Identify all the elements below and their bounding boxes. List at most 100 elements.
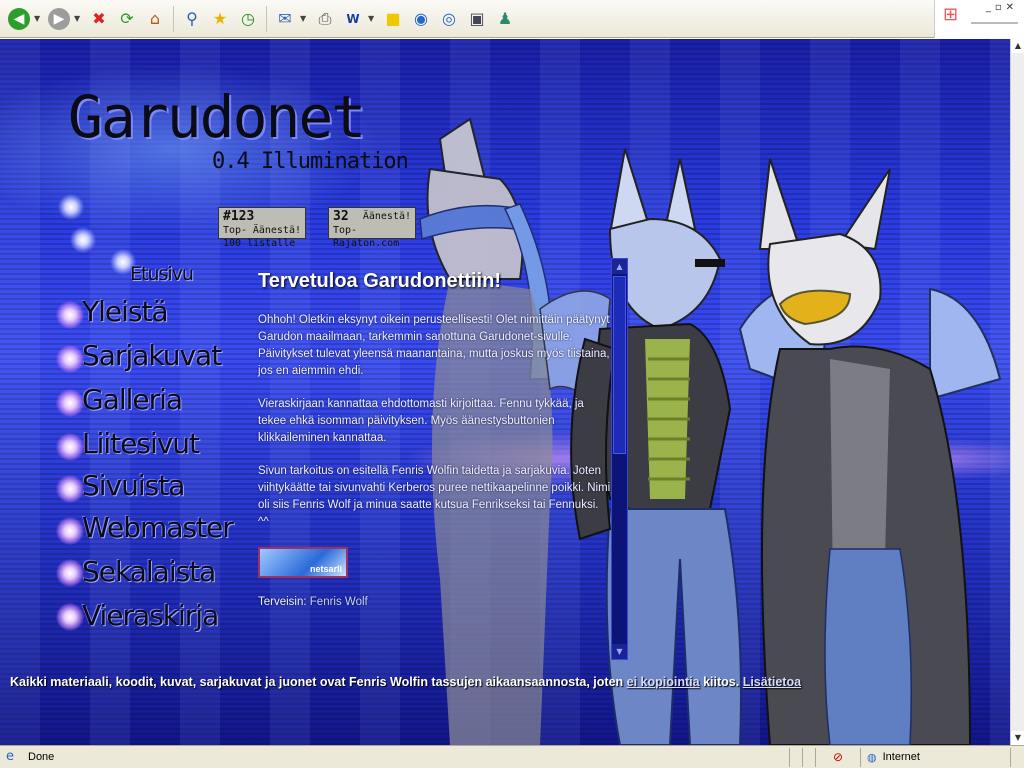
- toolbar-separator: [266, 5, 267, 32]
- scroll-up-icon[interactable]: ▲: [612, 259, 627, 274]
- nav-item-vieraskirja[interactable]: Vieraskirja: [82, 599, 219, 632]
- vote-site: Top-Rajaton.com: [333, 225, 400, 249]
- nav-orb: [56, 345, 84, 373]
- nav-orb: [56, 389, 84, 417]
- nav-orb: [56, 559, 84, 587]
- nav-orb: [56, 475, 84, 503]
- signature: Terveisin: Fenris Wolf: [258, 594, 612, 611]
- search-button[interactable]: ⚲: [179, 6, 205, 32]
- nav-orb: [56, 517, 84, 545]
- glow-orb: [58, 194, 84, 220]
- edit-dropdown-icon[interactable]: ▼: [368, 14, 378, 23]
- no-copying-link[interactable]: ei kopiointia: [627, 675, 700, 689]
- nav-orb: [56, 433, 84, 461]
- glow-orb: [70, 227, 96, 253]
- character-right: [738, 158, 1002, 745]
- nav-item-galleria[interactable]: Galleria: [82, 383, 183, 416]
- nav-item-sivuista[interactable]: Sivuista: [82, 469, 185, 502]
- window-controls[interactable]: _▫✕: [986, 2, 1018, 13]
- stop-button[interactable]: ✖: [86, 6, 112, 32]
- intro-paragraph: Ohhoh! Oletkin eksynyt oikein perusteell…: [258, 314, 610, 377]
- nav-orb: [56, 603, 84, 631]
- mail-icon: ✉: [278, 9, 292, 28]
- ie-page-icon: e: [6, 749, 14, 764]
- edit-button[interactable]: W: [340, 6, 366, 32]
- home-icon: ⌂: [149, 9, 161, 28]
- word-icon: W: [346, 11, 360, 26]
- signature-prefix: Terveisin:: [258, 596, 307, 608]
- vote-label: Äänestä!: [362, 211, 411, 222]
- msn-button[interactable]: ◎: [436, 6, 462, 32]
- vote-rank: 32: [333, 209, 349, 224]
- refresh-button[interactable]: ⟳: [114, 6, 140, 32]
- nav-orb: [56, 301, 84, 329]
- toolbar-separator: [173, 5, 174, 32]
- purpose-paragraph: Sivun tarkoitus on esitellä Fenris Wolfi…: [258, 465, 611, 528]
- vote-button-top100[interactable]: #123 Äänestä! Top-100 listalle: [218, 207, 306, 249]
- forward-dropdown-icon[interactable]: ▼: [74, 14, 84, 23]
- globe-icon: ◍: [867, 750, 877, 764]
- netsarli-banner[interactable]: netsarli: [258, 547, 348, 578]
- note-button[interactable]: ■: [380, 6, 406, 32]
- back-dropdown-icon[interactable]: ▼: [34, 14, 44, 23]
- msn-icon: ◎: [442, 9, 456, 28]
- back-arrow-icon: ◀: [8, 7, 30, 30]
- scroll-thumb[interactable]: [613, 276, 626, 454]
- page-scrollbar[interactable]: ▲ ▼: [1010, 39, 1024, 745]
- vote-label: Äänestä!: [252, 225, 301, 236]
- content-scrollbar[interactable]: ▲ ▼: [611, 258, 628, 660]
- contacts-icon: ♟: [497, 9, 513, 28]
- contacts-button[interactable]: ♟: [492, 6, 518, 32]
- guestbook-paragraph: Vieraskirjaan kannattaa ehdottomasti kir…: [258, 398, 584, 444]
- footer-text: Kaikki materiaali, koodit, kuvat, sarjak…: [10, 675, 624, 689]
- page-scroll-down-icon[interactable]: ▼: [1011, 731, 1024, 745]
- mail-dropdown-icon[interactable]: ▼: [300, 14, 310, 23]
- nav-item-liitesivut[interactable]: Liitesivut: [82, 427, 200, 460]
- status-bar: e Done ⊘ ◍ Internet: [0, 745, 1024, 768]
- messenger-icon: ◉: [414, 9, 428, 28]
- history-button[interactable]: ◷: [235, 6, 261, 32]
- research-button[interactable]: ▣: [464, 6, 490, 32]
- content-panel: Tervetuloa Garudonettiin! Ohhoh! Oletkin…: [252, 259, 612, 665]
- vote-rank: #123: [223, 209, 255, 224]
- nav-item-yleista[interactable]: Yleistä: [82, 295, 169, 328]
- signature-link[interactable]: Fenris Wolf: [310, 596, 368, 608]
- history-icon: ◷: [241, 9, 255, 28]
- nav-item-sarjakuvat[interactable]: Sarjakuvat: [82, 339, 222, 372]
- footer-thanks: kiitos.: [703, 675, 740, 689]
- note-icon: ■: [385, 9, 401, 28]
- welcome-heading: Tervetuloa Garudonettiin!: [258, 270, 501, 292]
- messenger-button[interactable]: ◉: [408, 6, 434, 32]
- more-info-link[interactable]: Lisätietoa: [743, 675, 801, 689]
- mail-button[interactable]: ✉: [272, 6, 298, 32]
- popup-blocked-icon[interactable]: ⊘: [815, 747, 860, 767]
- nav-item-etusivu[interactable]: Etusivu: [130, 263, 194, 285]
- favorites-button[interactable]: ★: [207, 6, 233, 32]
- forward-button[interactable]: ▶: [46, 6, 72, 32]
- print-button[interactable]: ⎙: [312, 6, 338, 32]
- nav-item-webmaster[interactable]: Webmaster: [82, 511, 234, 544]
- copyright-footer: Kaikki materiaali, koodit, kuvat, sarjak…: [10, 675, 1000, 689]
- site-version: 0.4 Illumination: [212, 149, 409, 174]
- research-icon: ▣: [469, 9, 485, 28]
- browser-toolbar: ◀ ▼ ▶ ▼ ✖ ⟳ ⌂ ⚲ ★ ◷ ✉ ▼ ⎙ W ▼ ■ ◉ ◎ ▣ ♟ …: [0, 0, 1024, 38]
- vote-button-toprajaton[interactable]: 32 Äänestä! Top-Rajaton.com: [328, 207, 416, 249]
- scroll-down-icon[interactable]: ▼: [612, 644, 627, 659]
- refresh-icon: ⟳: [120, 9, 134, 28]
- windows-logo-area: ⊞ _▫✕: [934, 0, 1024, 38]
- site-logo: Garudonet: [68, 83, 366, 151]
- home-button[interactable]: ⌂: [142, 6, 168, 32]
- stop-icon: ✖: [92, 9, 106, 28]
- zone-label: Internet: [882, 751, 920, 763]
- windows-flag-icon: ⊞: [943, 4, 959, 25]
- page-scroll-up-icon[interactable]: ▲: [1011, 39, 1024, 53]
- status-cell: [789, 747, 802, 767]
- throbber-bar: [971, 22, 1018, 24]
- resize-grip[interactable]: [1010, 747, 1024, 767]
- status-text: Done: [28, 751, 55, 763]
- search-icon: ⚲: [186, 9, 198, 28]
- star-icon: ★: [212, 9, 228, 28]
- nav-item-sekalaista[interactable]: Sekalaista: [82, 555, 216, 588]
- printer-icon: ⎙: [318, 8, 332, 28]
- back-button[interactable]: ◀: [6, 6, 32, 32]
